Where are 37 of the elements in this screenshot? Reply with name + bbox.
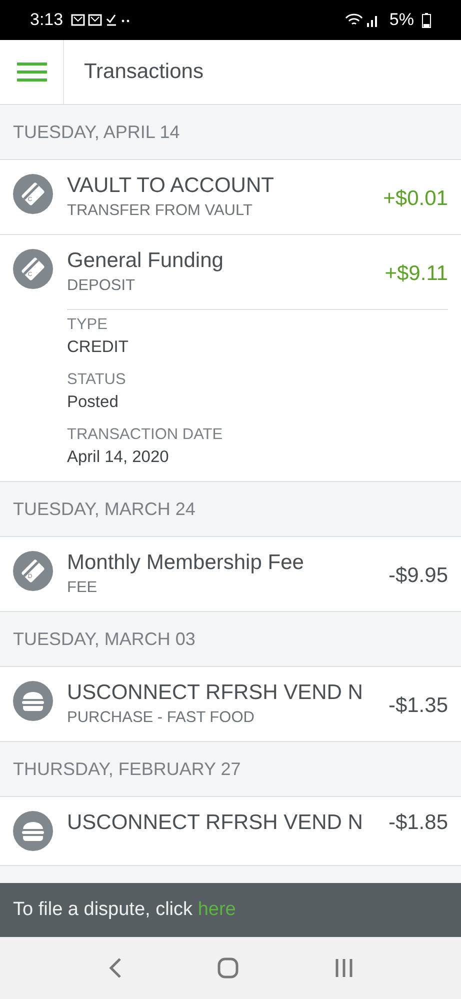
transaction-amount: +$9.11 xyxy=(384,262,448,286)
battery-icon xyxy=(422,12,431,28)
detail-label: STATUS xyxy=(67,371,127,389)
transaction-type: FEE xyxy=(67,579,98,597)
transaction-title: VAULT TO ACCOUNT xyxy=(67,174,274,198)
page-title: Transactions xyxy=(83,60,204,84)
detail-value: April 14, 2020 xyxy=(67,448,170,467)
transaction-title: General Funding xyxy=(67,249,224,273)
burger-icon xyxy=(13,811,53,851)
transaction-row[interactable]: USCONNECT RFRSH VEND N PURCHASE - FAST FOOD -$1.35 xyxy=(0,667,461,742)
transaction-row[interactable]: USCONNECT RFRSH VEND N -$1.85 xyxy=(0,797,461,866)
detail-value: Posted xyxy=(67,393,120,412)
transaction-amount: +$0.01 xyxy=(383,187,448,211)
download-done-icon xyxy=(106,14,117,26)
transaction-title: USCONNECT RFRSH VEND N xyxy=(67,681,363,705)
transaction-amount: -$1.85 xyxy=(388,811,448,835)
back-icon xyxy=(108,957,122,979)
transaction-type: DEPOSIT xyxy=(67,277,136,295)
battery-level: 5% xyxy=(389,10,414,30)
more-notifications-icon xyxy=(122,20,130,22)
transaction-type: PURCHASE - FAST FOOD xyxy=(67,709,256,727)
transaction-type: TRANSFER FROM VAULT xyxy=(67,202,254,220)
menu-icon xyxy=(16,62,46,82)
dispute-text: To file a dispute, click here xyxy=(13,899,236,921)
recents-icon xyxy=(334,958,354,978)
burger-icon xyxy=(13,681,53,721)
transaction-title: USCONNECT RFRSH VEND N xyxy=(67,811,363,835)
detail-value: CREDIT xyxy=(67,338,130,357)
home-icon xyxy=(216,957,238,979)
detail-label: TRANSACTION DATE xyxy=(67,426,224,444)
mail-icon xyxy=(88,14,102,26)
mail-icon xyxy=(71,14,85,26)
transaction-title: Monthly Membership Fee xyxy=(67,551,304,575)
transaction-amount: -$9.95 xyxy=(388,564,448,588)
transaction-amount: -$1.35 xyxy=(388,694,448,718)
status-time: 3:13 xyxy=(30,10,64,30)
detail-label: TYPE xyxy=(67,316,108,334)
